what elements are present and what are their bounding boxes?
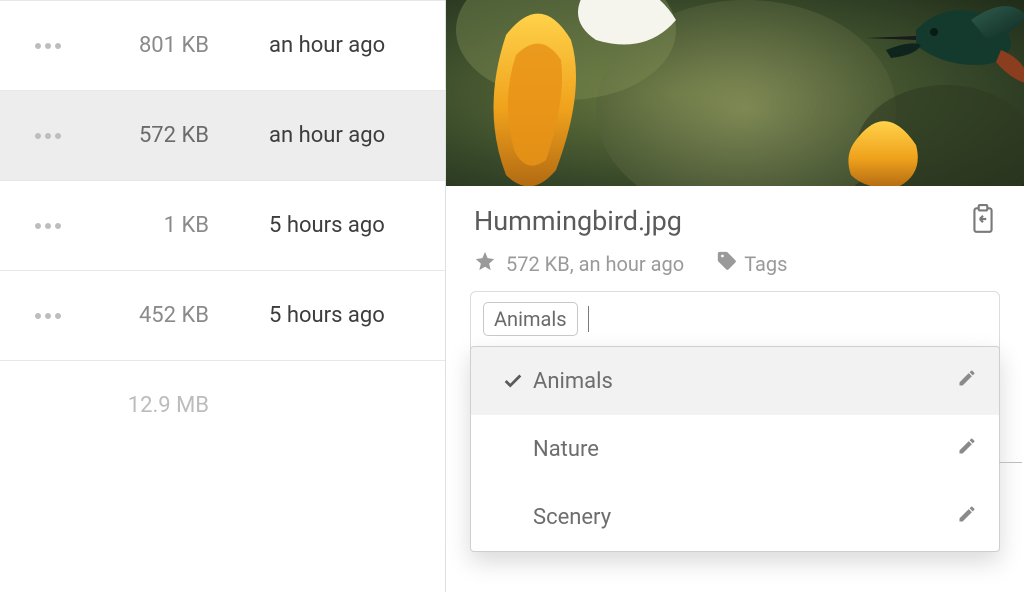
more-icon[interactable] bbox=[35, 313, 69, 319]
file-list: 801 KB an hour ago 572 KB an hour ago 1 … bbox=[0, 0, 446, 592]
file-row[interactable]: 1 KB 5 hours ago bbox=[0, 180, 445, 270]
tag-option-label: Nature bbox=[533, 437, 957, 462]
detail-pane: Hummingbird.jpg 572 KB, an hour ago bbox=[446, 0, 1024, 592]
connector-line bbox=[999, 462, 1000, 463]
tag-panel: Animals Animals Nature bbox=[470, 291, 1000, 552]
file-size: 1 KB bbox=[69, 213, 209, 238]
tags-label: Tags bbox=[744, 252, 787, 276]
file-title: Hummingbird.jpg bbox=[474, 205, 682, 237]
file-time: an hour ago bbox=[209, 123, 423, 148]
image-preview bbox=[446, 0, 1024, 186]
tag-input[interactable]: Animals bbox=[471, 292, 999, 346]
file-size: 572 KB bbox=[69, 123, 209, 148]
tag-option[interactable]: Animals bbox=[471, 347, 999, 415]
file-time: 5 hours ago bbox=[209, 303, 423, 328]
file-row[interactable]: 801 KB an hour ago bbox=[0, 0, 445, 90]
total-row: 12.9 MB bbox=[0, 360, 445, 450]
text-cursor bbox=[588, 306, 589, 332]
pencil-icon[interactable] bbox=[957, 436, 977, 462]
tag-chip[interactable]: Animals bbox=[483, 302, 578, 336]
pencil-icon[interactable] bbox=[957, 368, 977, 394]
total-size: 12.9 MB bbox=[35, 393, 209, 418]
tag-option[interactable]: Scenery bbox=[471, 483, 999, 551]
more-icon[interactable] bbox=[35, 133, 69, 139]
more-icon[interactable] bbox=[35, 43, 69, 49]
file-row[interactable]: 452 KB 5 hours ago bbox=[0, 270, 445, 360]
file-time: 5 hours ago bbox=[209, 213, 423, 238]
pencil-icon[interactable] bbox=[957, 504, 977, 530]
tag-option-label: Scenery bbox=[533, 505, 957, 530]
more-icon[interactable] bbox=[35, 223, 69, 229]
tag-dropdown: Animals Nature Scenery bbox=[470, 346, 1000, 552]
clipboard-icon[interactable] bbox=[970, 204, 996, 238]
tag-icon bbox=[716, 250, 738, 277]
star-icon[interactable] bbox=[474, 250, 496, 277]
tag-option-label: Animals bbox=[533, 369, 957, 394]
file-meta: 572 KB, an hour ago bbox=[506, 252, 684, 276]
check-icon bbox=[493, 370, 533, 392]
file-row[interactable]: 572 KB an hour ago bbox=[0, 90, 445, 180]
file-size: 801 KB bbox=[69, 33, 209, 58]
tag-option[interactable]: Nature bbox=[471, 415, 999, 483]
file-size: 452 KB bbox=[69, 303, 209, 328]
file-time: an hour ago bbox=[209, 33, 423, 58]
